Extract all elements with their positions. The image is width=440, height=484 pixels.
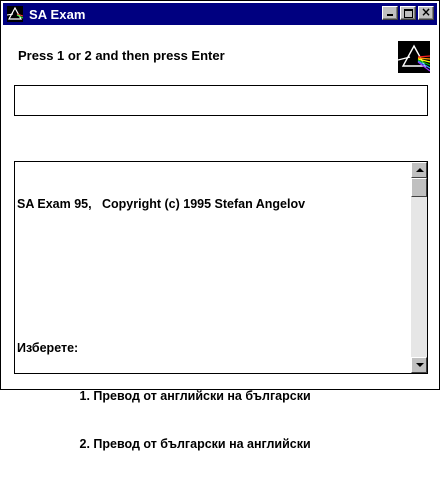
output-text: SA Exam 95, Copyright (c) 1995 Stefan An… xyxy=(17,164,409,451)
title-bar[interactable]: SA Exam × xyxy=(3,3,437,25)
output-line: Изберете: xyxy=(17,341,79,355)
output-text-area[interactable]: SA Exam 95, Copyright (c) 1995 Stefan An… xyxy=(14,161,428,451)
maximize-button[interactable] xyxy=(400,6,416,20)
minimize-button[interactable] xyxy=(382,6,398,20)
scroll-thumb[interactable] xyxy=(411,178,427,197)
close-button[interactable]: × xyxy=(418,6,434,20)
output-line: 1. Превод от английски на български xyxy=(17,389,311,403)
output-line: SA Exam 95, Copyright (c) 1995 Stefan An… xyxy=(17,197,306,211)
instruction-text: Press 1 or 2 and then press Enter xyxy=(18,48,225,63)
prism-logo-icon xyxy=(397,41,431,73)
window-title: SA Exam xyxy=(29,6,86,22)
output-line: 2. Превод от български на английски xyxy=(17,437,311,451)
window-controls: × xyxy=(380,6,434,20)
answer-input[interactable] xyxy=(14,85,428,116)
app-window: SA Exam × Press 1 or 2 and then press En… xyxy=(0,0,440,451)
prism-icon[interactable] xyxy=(6,5,24,23)
vertical-scrollbar[interactable] xyxy=(411,162,427,373)
scroll-up-button[interactable] xyxy=(411,162,427,178)
scroll-down-button[interactable] xyxy=(411,357,427,373)
